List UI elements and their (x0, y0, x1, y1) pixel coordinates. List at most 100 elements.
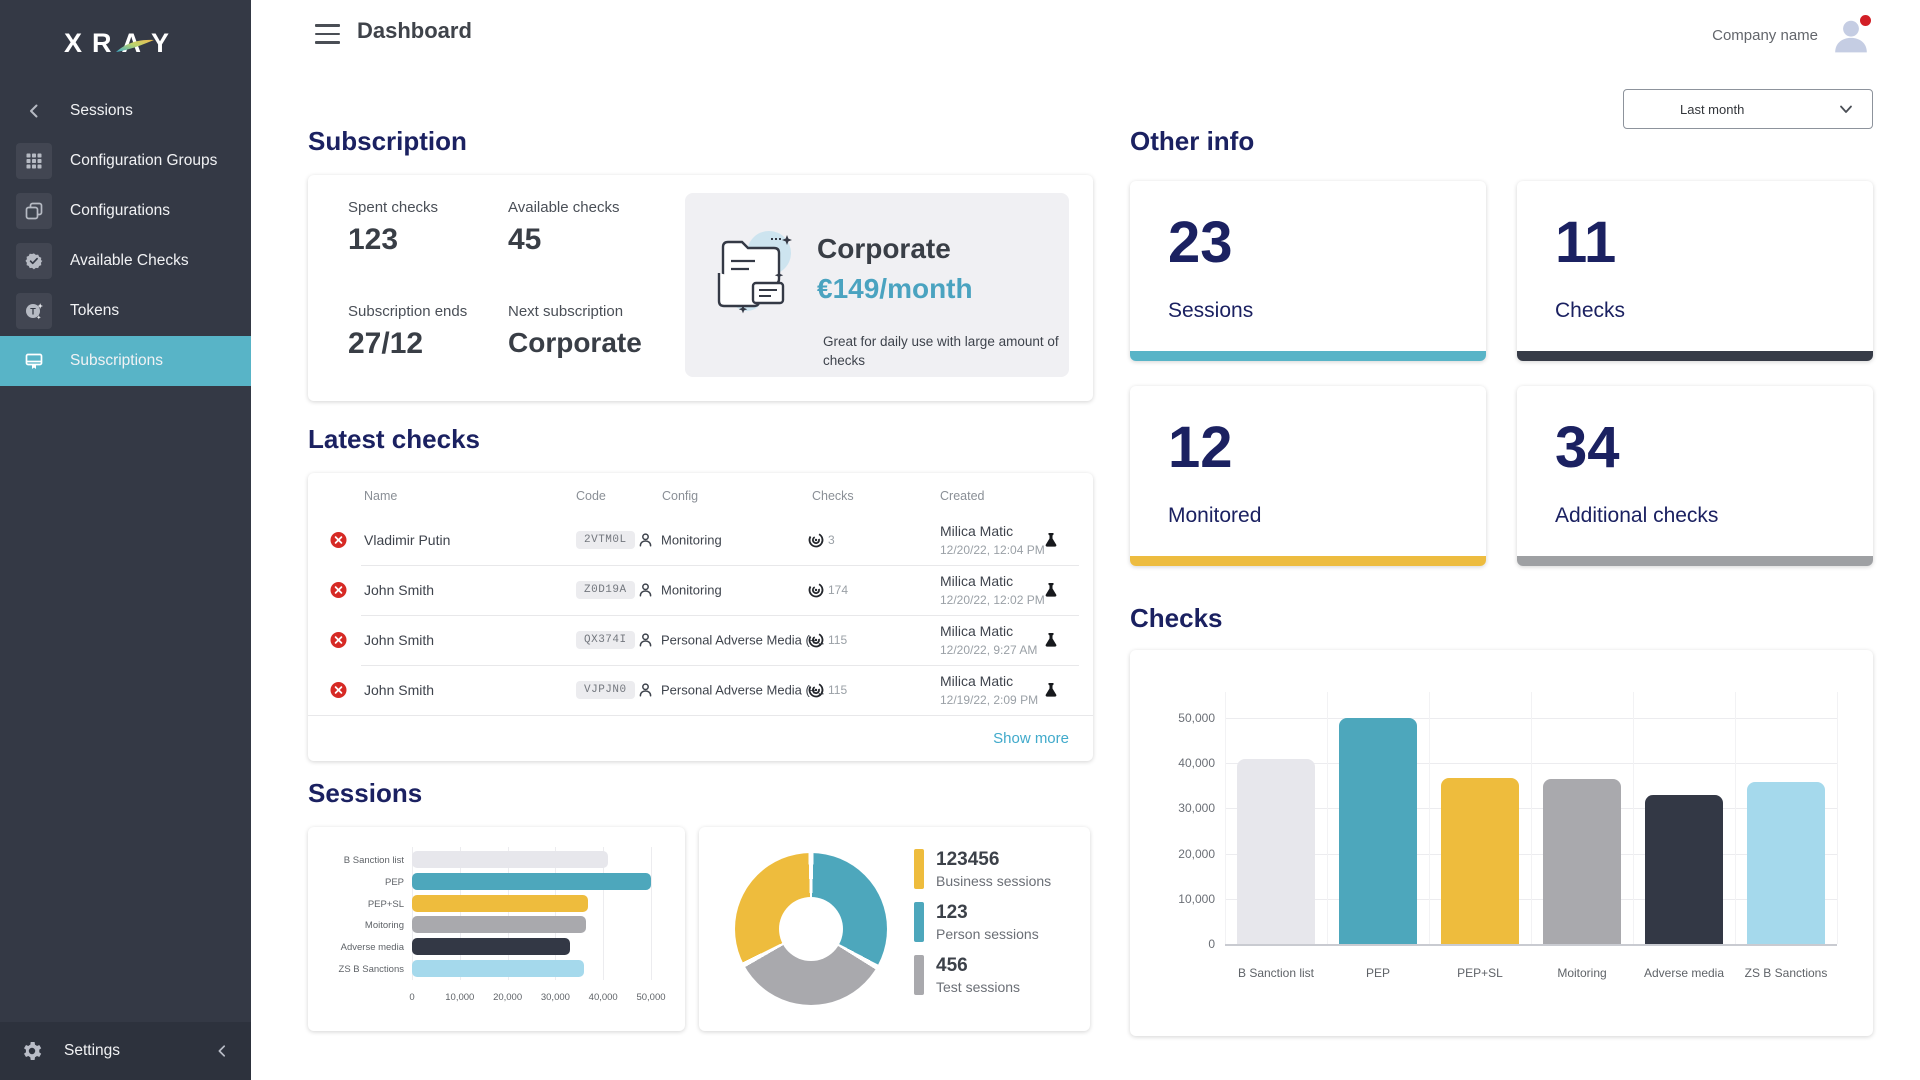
token-icon: T (16, 293, 52, 329)
x-tick-label: 0 (409, 992, 414, 1003)
legend-item: 123456Business sessions (914, 849, 1051, 889)
check-config: Personal Adverse Media (+... (638, 633, 824, 648)
x-tick-label: 40,000 (589, 992, 618, 1003)
info-cards: 23 Sessions 11 Checks 12 Monitored 34 Ad… (1130, 181, 1873, 566)
table-row[interactable]: John Smith VJPJN0 Personal Adverse Media… (308, 665, 1093, 715)
check-code-chip: QX374I (576, 631, 635, 649)
category-label: ZS B Sanctions (1745, 966, 1828, 980)
sidebar-item-configuration-groups[interactable]: Configuration Groups (0, 136, 251, 186)
legend-swatch (914, 849, 924, 889)
flask-icon[interactable] (1044, 533, 1058, 548)
track-changes-icon (808, 682, 824, 698)
sidebar-item-label: Tokens (70, 302, 119, 320)
col-name: Name (364, 489, 397, 503)
check-count: 174 (808, 582, 848, 598)
check-code-chip: Z0D19A (576, 581, 635, 599)
check-name: John Smith (364, 682, 434, 698)
sidebar-item-tokens[interactable]: T Tokens (0, 286, 251, 336)
verified-badge-icon (16, 243, 52, 279)
category-label: B Sanction list (308, 855, 404, 866)
flask-icon[interactable] (1044, 683, 1058, 698)
grid-icon (16, 143, 52, 179)
top-header: Dashboard Company name (251, 0, 1920, 70)
gridline (1429, 692, 1430, 944)
col-code: Code (576, 489, 606, 503)
check-code-chip: VJPJN0 (576, 681, 635, 699)
sidebar-item-sessions[interactable]: Sessions (0, 86, 251, 136)
table-row[interactable]: Vladimir Putin 2VTM0L Monitoring 3 Milic… (308, 515, 1093, 565)
page-title: Dashboard (357, 18, 472, 44)
legend-swatch (914, 955, 924, 995)
company-name: Company name (1712, 27, 1818, 44)
xray-logo: X R A Y (64, 28, 170, 59)
person-icon (638, 633, 653, 648)
info-card-checks: 11 Checks (1517, 181, 1873, 361)
gridline (1531, 692, 1532, 944)
chart-bar (1747, 782, 1825, 944)
sidebar-item-label: Configuration Groups (70, 152, 217, 170)
chart-bar (1339, 718, 1417, 944)
logo-swoosh-icon (115, 37, 155, 55)
sessions-bar-chart: 010,00020,00030,00040,00050,000B Sanctio… (308, 827, 685, 1031)
show-more-link[interactable]: Show more (993, 730, 1069, 747)
gridline (1837, 692, 1838, 944)
gridline (1225, 692, 1226, 944)
sidebar-item-label: Configurations (70, 202, 170, 220)
sidebar-item-configurations[interactable]: Configurations (0, 186, 251, 236)
track-changes-icon (808, 632, 824, 648)
account-area[interactable]: Company name (1712, 16, 1870, 54)
sidebar-item-settings[interactable]: Settings (0, 1022, 251, 1080)
sidebar-nav: Sessions Configuration Groups Configurat… (0, 86, 251, 386)
sidebar-item-available-checks[interactable]: Available Checks (0, 236, 251, 286)
table-row[interactable]: John Smith QX374I Personal Adverse Media… (308, 615, 1093, 665)
track-changes-icon (808, 582, 824, 598)
avatar[interactable] (1832, 16, 1870, 54)
accent-bar (1130, 351, 1486, 361)
other-info-heading: Other info (1130, 125, 1873, 157)
axis-baseline (1225, 944, 1837, 946)
accent-bar (1130, 556, 1486, 566)
settings-label: Settings (64, 1042, 120, 1060)
category-label: ZS B Sanctions (308, 964, 404, 975)
check-name: Vladimir Putin (364, 532, 450, 548)
subscription-card: Spent checks 123 Available checks 45 Sub… (308, 175, 1093, 401)
chart-bar (412, 960, 584, 977)
info-card-additional-checks: 34 Additional checks (1517, 386, 1873, 566)
category-label: Moitoring (1557, 966, 1606, 980)
status-cancel-icon (330, 682, 347, 699)
checks-heading: Checks (1130, 602, 1873, 634)
chart-bar (412, 851, 608, 868)
category-label: Adverse media (308, 942, 404, 953)
latest-checks-table: Name Code Config Checks Created Vladimir… (308, 473, 1093, 761)
plan-description: Great for daily use with large amount of… (823, 333, 1059, 371)
created-cell: Milica Matic 12/20/22, 12:02 PM (940, 573, 1045, 607)
notification-dot (1858, 13, 1873, 28)
category-label: Moitoring (308, 920, 404, 931)
collapse-chevron-icon[interactable] (215, 1044, 229, 1058)
logo-letter: X (64, 28, 83, 59)
info-card-sessions: 23 Sessions (1130, 181, 1486, 361)
table-row[interactable]: John Smith Z0D19A Monitoring 174 Milica … (308, 565, 1093, 615)
folder-documents-icon (707, 225, 803, 326)
stat-next-subscription: Next subscription Corporate (508, 303, 642, 359)
person-icon (638, 533, 653, 548)
info-card-monitored: 12 Monitored (1130, 386, 1486, 566)
hamburger-menu-icon[interactable] (315, 24, 340, 44)
logo-letter: Y (151, 28, 170, 59)
flask-icon[interactable] (1044, 583, 1058, 598)
status-cancel-icon (330, 582, 347, 599)
category-label: PEP+SL (308, 899, 404, 910)
table-header: Name Code Config Checks Created (308, 487, 1093, 515)
check-name: John Smith (364, 632, 434, 648)
x-tick-label: 30,000 (541, 992, 570, 1003)
stat-subscription-ends: Subscription ends 27/12 (348, 303, 467, 361)
sidebar-item-label: Available Checks (70, 252, 189, 270)
y-tick-label: 20,000 (1163, 847, 1215, 861)
period-select[interactable]: Last month (1623, 89, 1873, 129)
layers-icon (16, 193, 52, 229)
flask-icon[interactable] (1044, 633, 1058, 648)
category-label: PEP (308, 877, 404, 888)
plan-card: Corporate €149/month Great for daily use… (685, 193, 1069, 377)
check-count: 115 (808, 682, 847, 698)
sidebar-item-subscriptions[interactable]: Subscriptions (0, 336, 251, 386)
